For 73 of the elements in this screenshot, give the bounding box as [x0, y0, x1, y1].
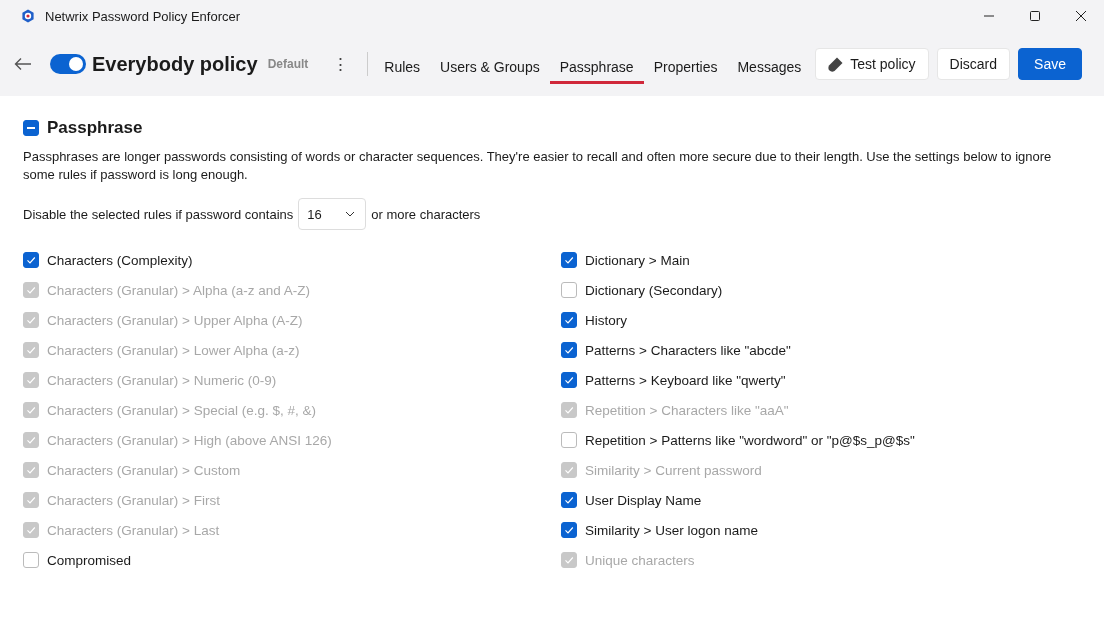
rule-label: Characters (Granular) > Custom — [47, 462, 241, 478]
window-title: Netwrix Password Policy Enforcer — [45, 8, 241, 24]
rule-label: Repetition > Patterns like "wordword" or "p@$s_p@$s" — [585, 432, 915, 448]
save-button[interactable]: Save — [1018, 48, 1082, 80]
checkmark-icon — [563, 494, 575, 506]
rule-label: Similarity > User logon name — [585, 522, 758, 538]
description: Passphrases are longer passwords consisting of words or character sequences. They're easier to recall and often more secure due to their length. Use the settings below to ignore some rules if password is long enough. — [23, 148, 1053, 184]
default-label: Default — [267, 57, 309, 71]
tab[interactable]: Passphrase — [549, 48, 644, 84]
checkmark-icon — [563, 524, 575, 536]
rule-label: Repetition > Characters like "aaA" — [585, 402, 789, 418]
rule-label: Characters (Granular) > Special (e.g. $, #, &) — [47, 402, 316, 418]
rule-label: Characters (Granular) > Lower Alpha (a-z) — [47, 342, 300, 358]
tab[interactable]: Rules — [374, 48, 431, 84]
checkmark-icon — [25, 254, 37, 266]
checkmark-icon — [563, 344, 575, 356]
rule-label: Dictionary > Main — [585, 252, 690, 268]
checkbox[interactable] — [561, 492, 577, 508]
checkmark-icon — [25, 404, 37, 416]
policy-name: Everybody policy — [92, 52, 258, 76]
rule-label: Characters (Granular) > First — [47, 492, 220, 508]
rule-label: Characters (Granular) > Upper Alpha (A-Z) — [47, 312, 303, 328]
section-checkbox[interactable] — [23, 120, 39, 136]
policy-toggle[interactable] — [50, 54, 86, 74]
checkmark-icon — [25, 524, 37, 536]
rule-label: History — [585, 312, 627, 328]
checkmark-icon — [563, 464, 575, 476]
checkbox[interactable] — [561, 372, 577, 388]
discard-button[interactable]: Discard — [936, 48, 1011, 80]
tab[interactable]: Properties — [643, 48, 728, 84]
section-title: Passphrase — [47, 118, 143, 138]
test-tube-icon — [828, 56, 845, 72]
checkbox[interactable] — [561, 282, 577, 298]
checkmark-icon — [25, 494, 37, 506]
rule-label: Characters (Granular) > Numeric (0-9) — [47, 372, 277, 388]
checkmark-icon — [25, 374, 37, 386]
checkmark-icon — [563, 374, 575, 386]
checkbox[interactable] — [23, 552, 39, 568]
checkbox[interactable] — [561, 342, 577, 358]
checkbox[interactable] — [561, 432, 577, 448]
chevron-down-icon — [345, 211, 356, 217]
rule-label: Unique characters — [585, 552, 695, 568]
more-options-button[interactable]: ⋮ — [324, 53, 358, 75]
checkmark-icon — [25, 314, 37, 326]
rule-label: Compromised — [47, 552, 132, 568]
checkmark-icon — [563, 404, 575, 416]
rule-label: Characters (Granular) > High (above ANSI 126) — [47, 432, 332, 448]
rule-label: Characters (Granular) > Last — [47, 522, 220, 538]
checkmark-icon — [25, 284, 37, 296]
test-policy-button[interactable]: Test policy — [815, 48, 929, 80]
checkmark-icon — [563, 554, 575, 566]
checkbox[interactable] — [23, 252, 39, 268]
checkbox[interactable] — [561, 522, 577, 538]
rule-label: User Display Name — [585, 492, 702, 508]
threshold-label: Disable the selected rules if password contains — [23, 206, 294, 222]
checkbox[interactable] — [561, 252, 577, 268]
checkmark-icon — [25, 434, 37, 446]
rule-label: Characters (Complexity) — [47, 252, 193, 268]
rule-label: Dictionary (Secondary) — [585, 282, 723, 298]
rule-label: Patterns > Keyboard like "qwerty" — [585, 372, 786, 388]
length-dropdown[interactable]: 16 — [298, 198, 367, 230]
checkmark-icon — [563, 314, 575, 326]
checkmark-icon — [25, 464, 37, 476]
checkmark-icon — [25, 344, 37, 356]
app-logo-icon — [21, 9, 35, 23]
tab[interactable]: Users & Groups — [430, 48, 550, 84]
threshold-label: or more characters — [371, 206, 481, 222]
tab[interactable]: Messages — [727, 48, 812, 84]
checkbox[interactable] — [561, 312, 577, 328]
checkmark-icon — [563, 254, 575, 266]
rule-label: Similarity > Current password — [585, 462, 762, 478]
rule-label: Patterns > Characters like "abcde" — [585, 342, 791, 358]
rule-label: Characters (Granular) > Alpha (a-z and A-Z) — [47, 282, 310, 298]
